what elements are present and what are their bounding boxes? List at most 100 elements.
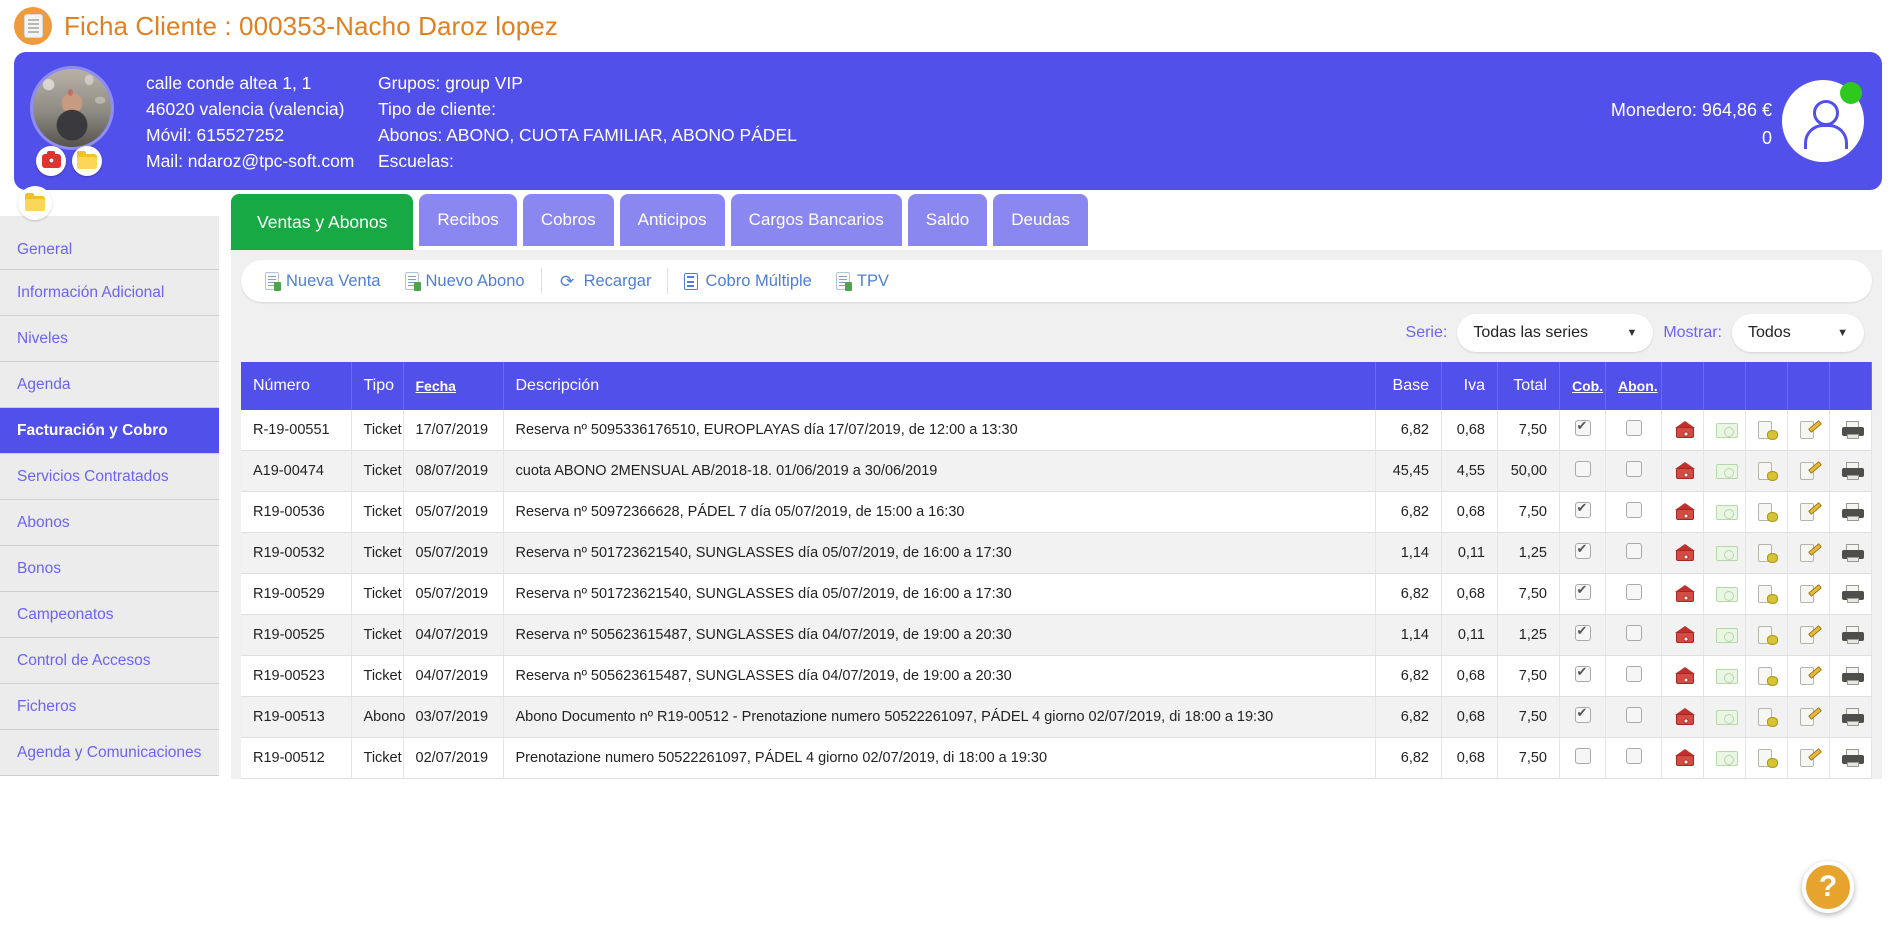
editar-action[interactable]: [1787, 696, 1830, 738]
abonar-action[interactable]: [1703, 614, 1746, 656]
abonar-action[interactable]: [1703, 737, 1746, 779]
abon-checkbox[interactable]: [1625, 502, 1642, 518]
cobro-documento-action[interactable]: [1745, 532, 1788, 574]
tpv-button[interactable]: TPV: [826, 272, 899, 291]
cob-checkbox[interactable]: [1574, 461, 1591, 477]
imprimir-action[interactable]: [1829, 573, 1872, 615]
cob-checkbox[interactable]: [1574, 582, 1591, 600]
abon-checkbox[interactable]: [1625, 707, 1642, 723]
imprimir-action[interactable]: [1829, 450, 1872, 492]
cell-cob[interactable]: [1559, 696, 1606, 738]
abonar-action[interactable]: [1703, 696, 1746, 738]
cell-abon[interactable]: [1605, 573, 1662, 615]
table-row[interactable]: R19-00525 Ticket 04/07/2019 Reserva nº 5056…: [241, 614, 1872, 656]
cell-cob[interactable]: [1559, 614, 1606, 656]
editar-action[interactable]: [1787, 450, 1830, 492]
nueva-venta-button[interactable]: Nueva Venta: [255, 272, 391, 291]
imprimir-action[interactable]: [1829, 410, 1872, 451]
tab-ventas-y-abonos[interactable]: Ventas y Abonos: [231, 194, 414, 250]
editar-action[interactable]: [1787, 655, 1830, 697]
col-fecha[interactable]: Fecha: [403, 362, 504, 410]
cobro-documento-action[interactable]: [1745, 655, 1788, 697]
cell-cob[interactable]: [1559, 450, 1606, 492]
col-base[interactable]: Base: [1375, 362, 1442, 410]
cell-abon[interactable]: [1605, 410, 1662, 451]
cob-checkbox[interactable]: [1574, 418, 1591, 436]
abon-checkbox[interactable]: [1625, 666, 1642, 682]
cobrar-action[interactable]: [1661, 696, 1704, 738]
sidebar-item-informacion-adicional[interactable]: Información Adicional: [0, 270, 219, 316]
tab-anticipos[interactable]: Anticipos: [619, 194, 725, 246]
table-row[interactable]: A19-00474 Ticket 08/07/2019 cuota ABONO 2ME…: [241, 450, 1872, 492]
col-cob[interactable]: Cob.: [1559, 362, 1606, 410]
sidebar-item-campeonatos[interactable]: Campeonatos: [0, 592, 219, 638]
sidebar-item-facturacion-y-cobro[interactable]: Facturación y Cobro: [0, 408, 219, 454]
editar-action[interactable]: [1787, 410, 1830, 451]
cell-abon[interactable]: [1605, 655, 1662, 697]
abon-checkbox[interactable]: [1625, 625, 1642, 641]
abonar-action[interactable]: [1703, 410, 1746, 451]
cobrar-action[interactable]: [1661, 614, 1704, 656]
cell-cob[interactable]: [1559, 655, 1606, 697]
cobrar-action[interactable]: [1661, 737, 1704, 779]
imprimir-action[interactable]: [1829, 696, 1872, 738]
abon-checkbox[interactable]: [1625, 461, 1642, 477]
table-row[interactable]: R19-00529 Ticket 05/07/2019 Reserva nº 5017…: [241, 573, 1872, 615]
cell-cob[interactable]: [1559, 491, 1606, 533]
abonar-action[interactable]: [1703, 573, 1746, 615]
sidebar-item-niveles[interactable]: Niveles: [0, 316, 219, 362]
table-row[interactable]: R-19-00551 Ticket 17/07/2019 Reserva nº 509…: [241, 410, 1872, 451]
camera-icon[interactable]: [36, 146, 66, 176]
table-row[interactable]: R19-00512 Ticket 02/07/2019 Prenotazione nu…: [241, 737, 1872, 779]
sidebar-item-servicios-contratados[interactable]: Servicios Contratados: [0, 454, 219, 500]
sidebar-item-ficheros[interactable]: Ficheros: [0, 684, 219, 730]
editar-action[interactable]: [1787, 573, 1830, 615]
cobro-documento-action[interactable]: [1745, 573, 1788, 615]
editar-action[interactable]: [1787, 737, 1830, 779]
sidebar-item-control-de-accesos[interactable]: Control de Accesos: [0, 638, 219, 684]
cob-checkbox[interactable]: [1574, 705, 1591, 723]
cob-checkbox[interactable]: [1574, 500, 1591, 518]
abonar-action[interactable]: [1703, 450, 1746, 492]
cell-abon[interactable]: [1605, 532, 1662, 574]
abon-checkbox[interactable]: [1625, 748, 1642, 764]
folder-icon[interactable]: [72, 146, 102, 176]
cob-checkbox[interactable]: [1574, 664, 1591, 682]
cobro-documento-action[interactable]: [1745, 491, 1788, 533]
tab-deudas[interactable]: Deudas: [993, 194, 1088, 246]
imprimir-action[interactable]: [1829, 491, 1872, 533]
cob-checkbox[interactable]: [1574, 748, 1591, 764]
cob-checkbox[interactable]: [1574, 541, 1591, 559]
cell-abon[interactable]: [1605, 450, 1662, 492]
abon-checkbox[interactable]: [1625, 584, 1642, 600]
sidebar-folder-icon[interactable]: [18, 186, 52, 220]
imprimir-action[interactable]: [1829, 655, 1872, 697]
cobro-documento-action[interactable]: [1745, 696, 1788, 738]
cell-abon[interactable]: [1605, 491, 1662, 533]
abon-checkbox[interactable]: [1625, 543, 1642, 559]
sidebar-item-agenda-y-comunicaciones[interactable]: Agenda y Comunicaciones: [0, 730, 219, 776]
cobrar-action[interactable]: [1661, 532, 1704, 574]
cell-cob[interactable]: [1559, 532, 1606, 574]
tab-cargos-bancarios[interactable]: Cargos Bancarios: [730, 194, 902, 246]
sidebar-item-abonos[interactable]: Abonos: [0, 500, 219, 546]
editar-action[interactable]: [1787, 614, 1830, 656]
abonar-action[interactable]: [1703, 532, 1746, 574]
recargar-button[interactable]: ⟳ Recargar: [548, 272, 662, 291]
nuevo-abono-button[interactable]: Nuevo Abono: [395, 272, 535, 291]
abonar-action[interactable]: [1703, 655, 1746, 697]
col-abon[interactable]: Abon.: [1605, 362, 1662, 410]
cobrar-action[interactable]: [1661, 491, 1704, 533]
cobro-documento-action[interactable]: [1745, 737, 1788, 779]
col-total[interactable]: Total: [1497, 362, 1560, 410]
col-numero[interactable]: Número: [241, 362, 352, 410]
sidebar-item-general[interactable]: General: [0, 216, 219, 270]
imprimir-action[interactable]: [1829, 737, 1872, 779]
cell-cob[interactable]: [1559, 737, 1606, 779]
abon-checkbox[interactable]: [1625, 420, 1642, 436]
table-row[interactable]: R19-00513 Abono 03/07/2019 Abono Documento …: [241, 696, 1872, 738]
cobro-documento-action[interactable]: [1745, 410, 1788, 451]
cobrar-action[interactable]: [1661, 450, 1704, 492]
table-row[interactable]: R19-00523 Ticket 04/07/2019 Reserva nº 5056…: [241, 655, 1872, 697]
editar-action[interactable]: [1787, 491, 1830, 533]
